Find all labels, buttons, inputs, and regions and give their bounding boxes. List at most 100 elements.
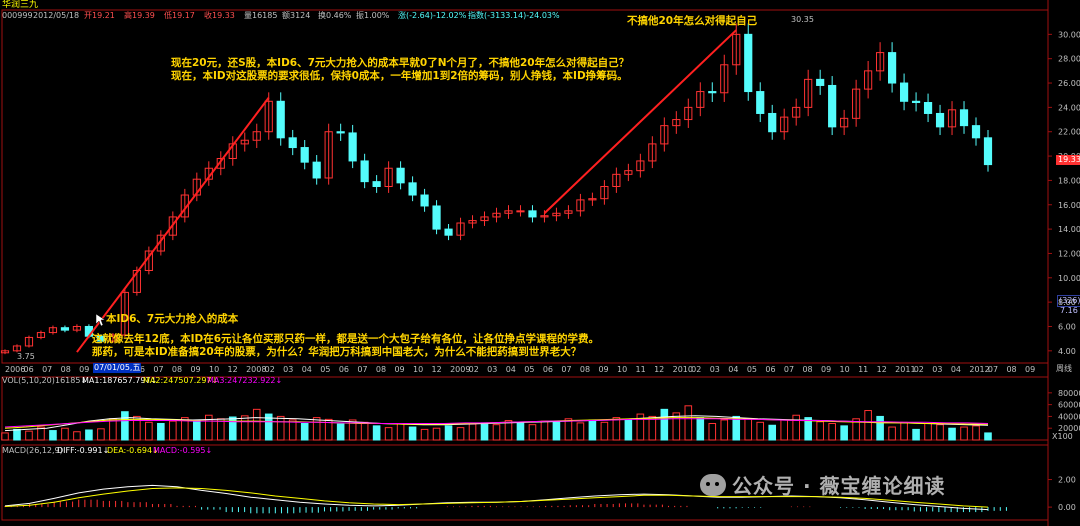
- volume-bar: [384, 427, 393, 441]
- volume-bar: [360, 421, 369, 441]
- x-tick-label: 06: [765, 365, 775, 374]
- volume-bar: [528, 424, 537, 441]
- watermark: 公众号 · 薇宝缠论细读: [700, 470, 946, 499]
- y-tick-label: 30.00: [1058, 30, 1080, 39]
- volume-bar: [25, 430, 33, 441]
- high-value-label: 30.35: [791, 15, 814, 24]
- volume-bar: [684, 405, 693, 441]
- volume-bar: [696, 417, 705, 441]
- vol-scale-unit: X100: [1052, 432, 1073, 441]
- x-tick-label: 03: [932, 365, 942, 374]
- candle-body: [528, 210, 537, 218]
- volume-bar: [816, 421, 824, 441]
- x-tick-label: 07: [42, 365, 52, 374]
- candle-body: [372, 181, 381, 187]
- x-tick-label: 11: [858, 365, 868, 374]
- volume-bar: [276, 415, 285, 441]
- volume-bar: [600, 421, 609, 441]
- vol-y-tick-label: 60000: [1058, 401, 1080, 410]
- volume-bar: [516, 421, 525, 441]
- quote-high: 高19.39: [124, 11, 155, 20]
- x-tick-label: 04: [506, 365, 516, 374]
- x-tick-label: 12: [654, 365, 664, 374]
- candle-body: [432, 205, 441, 230]
- candle-body: [744, 33, 753, 93]
- annotation-bottom-line1: 这就像去年12底，本ID在6元让各位买那只药一样，都是送一个大包子给有各位，让各…: [92, 333, 600, 345]
- wechat-icon: [700, 473, 726, 496]
- annotation-entry-note: 本ID6、7元大力抢入的成本: [106, 313, 239, 325]
- volume-bar: [792, 414, 800, 441]
- vol-y-tick-label: 80000: [1058, 389, 1080, 398]
- x-tick-label: 2010: [673, 365, 693, 374]
- annotation-bottom-line2: 那药，可是本ID准备搞20年的股票，为什么？华润把万科搞到中国老大，为什么不能把…: [92, 346, 582, 358]
- annotation-peak-note: 不搞他20年怎么对得起自己: [627, 15, 758, 27]
- volume-bar: [121, 411, 129, 441]
- volume-bar: [169, 420, 177, 441]
- volume-bar: [1, 432, 9, 441]
- x-tick-label: 08: [580, 365, 590, 374]
- x-tick-label: 02: [914, 365, 924, 374]
- volume-bar: [672, 412, 681, 441]
- candle-body: [959, 109, 969, 127]
- macd-value: MACD:-0.595↓: [153, 446, 213, 455]
- volume-bar: [408, 426, 417, 441]
- volume-bar: [61, 427, 69, 441]
- macd-y-tick-label: 0.00: [1058, 503, 1076, 512]
- candle-body: [983, 137, 993, 166]
- y-tick-label: 24.00: [1058, 103, 1080, 112]
- x-tick-label: 04: [728, 365, 738, 374]
- quote-date: 2012/05/18: [33, 11, 80, 20]
- volume-bar: [876, 415, 884, 441]
- candle-body: [360, 160, 369, 183]
- current-price-badge: 19.33: [1056, 155, 1080, 165]
- volume-bar: [972, 425, 980, 441]
- volume-bar: [984, 432, 992, 441]
- candle-body: [420, 194, 429, 207]
- stock-code: 000999: [2, 11, 33, 20]
- volume-bar: [432, 427, 441, 441]
- candle-body: [816, 78, 825, 86]
- quote-open: 开19.21: [84, 11, 115, 20]
- candle-body: [312, 161, 321, 179]
- x-tick-label: 10: [413, 365, 423, 374]
- quote-low: 低19.17: [164, 11, 195, 20]
- watermark-text: 公众号 · 薇宝缠论细读: [732, 474, 946, 498]
- volume-bar: [780, 419, 789, 441]
- x-tick-label: 08: [376, 365, 386, 374]
- candle-body: [288, 137, 297, 149]
- x-tick-label: 2009: [450, 365, 470, 374]
- candle-body: [516, 210, 525, 213]
- macd-dea: DEA:-0.694↓: [107, 446, 159, 455]
- volume-bar: [468, 423, 477, 441]
- y-tick-label: 14.00: [1058, 225, 1080, 234]
- volume-bar: [540, 420, 549, 441]
- candle-body: [756, 91, 765, 114]
- volume-bar: [252, 408, 261, 441]
- x-tick-label: 05: [747, 365, 757, 374]
- x-tick-label: 06: [24, 365, 34, 374]
- x-tick-label: 03: [710, 365, 720, 374]
- x-tick-label: 06: [339, 365, 349, 374]
- y-tick-label: 26.00: [1058, 79, 1080, 88]
- volume-bar: [240, 415, 249, 441]
- x-tick-label: 10: [617, 365, 627, 374]
- volume-bar: [13, 428, 21, 441]
- x-tick-label: 12: [877, 365, 887, 374]
- y-tick-label: 16.00: [1058, 201, 1080, 210]
- candle-body: [708, 91, 717, 94]
- x-tick-label: 03: [487, 365, 497, 374]
- volume-bar: [492, 424, 501, 441]
- x-tick-label: 07: [784, 365, 794, 374]
- x-tick-label: 08: [172, 365, 182, 374]
- x-tick-label: 04: [951, 365, 961, 374]
- candle-body: [336, 131, 345, 134]
- x-tick-label: 2008: [246, 365, 266, 374]
- quote-volume: 量16185: [244, 11, 278, 20]
- volume-bar: [576, 422, 585, 441]
- candle-body: [396, 167, 405, 184]
- x-tick-label: 02: [265, 365, 275, 374]
- volume-bar: [720, 419, 729, 441]
- volume-bar: [300, 422, 309, 441]
- quote-change: 涨(-2.64)-12.02%: [398, 11, 467, 20]
- x-tick-label: 02: [691, 365, 701, 374]
